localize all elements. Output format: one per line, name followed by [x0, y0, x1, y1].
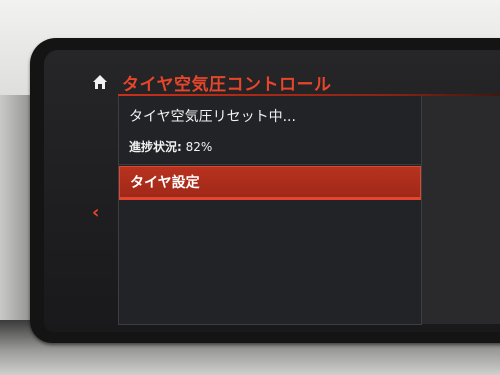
home-icon[interactable]: [92, 74, 108, 90]
idrive-screen: タイヤ空気圧コントロール ‹ タイヤ空気圧リセット中... 進捗状況: 82% …: [44, 50, 500, 332]
progress-value: 82%: [185, 140, 213, 154]
menu-item-label: タイヤ設定: [130, 175, 200, 191]
menu-item-tire-settings[interactable]: タイヤ設定: [119, 166, 421, 198]
progress-label: 進捗状況:: [129, 140, 182, 154]
reset-status-text: タイヤ空気圧リセット中...: [129, 109, 296, 125]
row-divider: [119, 164, 421, 165]
menu-panel: タイヤ空気圧リセット中... 進捗状況: 82% タイヤ設定: [118, 96, 422, 325]
selection-underline: [119, 198, 421, 200]
page-title: タイヤ空気圧コントロール: [122, 75, 332, 95]
progress-row: 進捗状況: 82%: [129, 138, 212, 155]
side-panel: [422, 96, 500, 324]
chevron-left-icon[interactable]: ‹: [92, 202, 99, 223]
